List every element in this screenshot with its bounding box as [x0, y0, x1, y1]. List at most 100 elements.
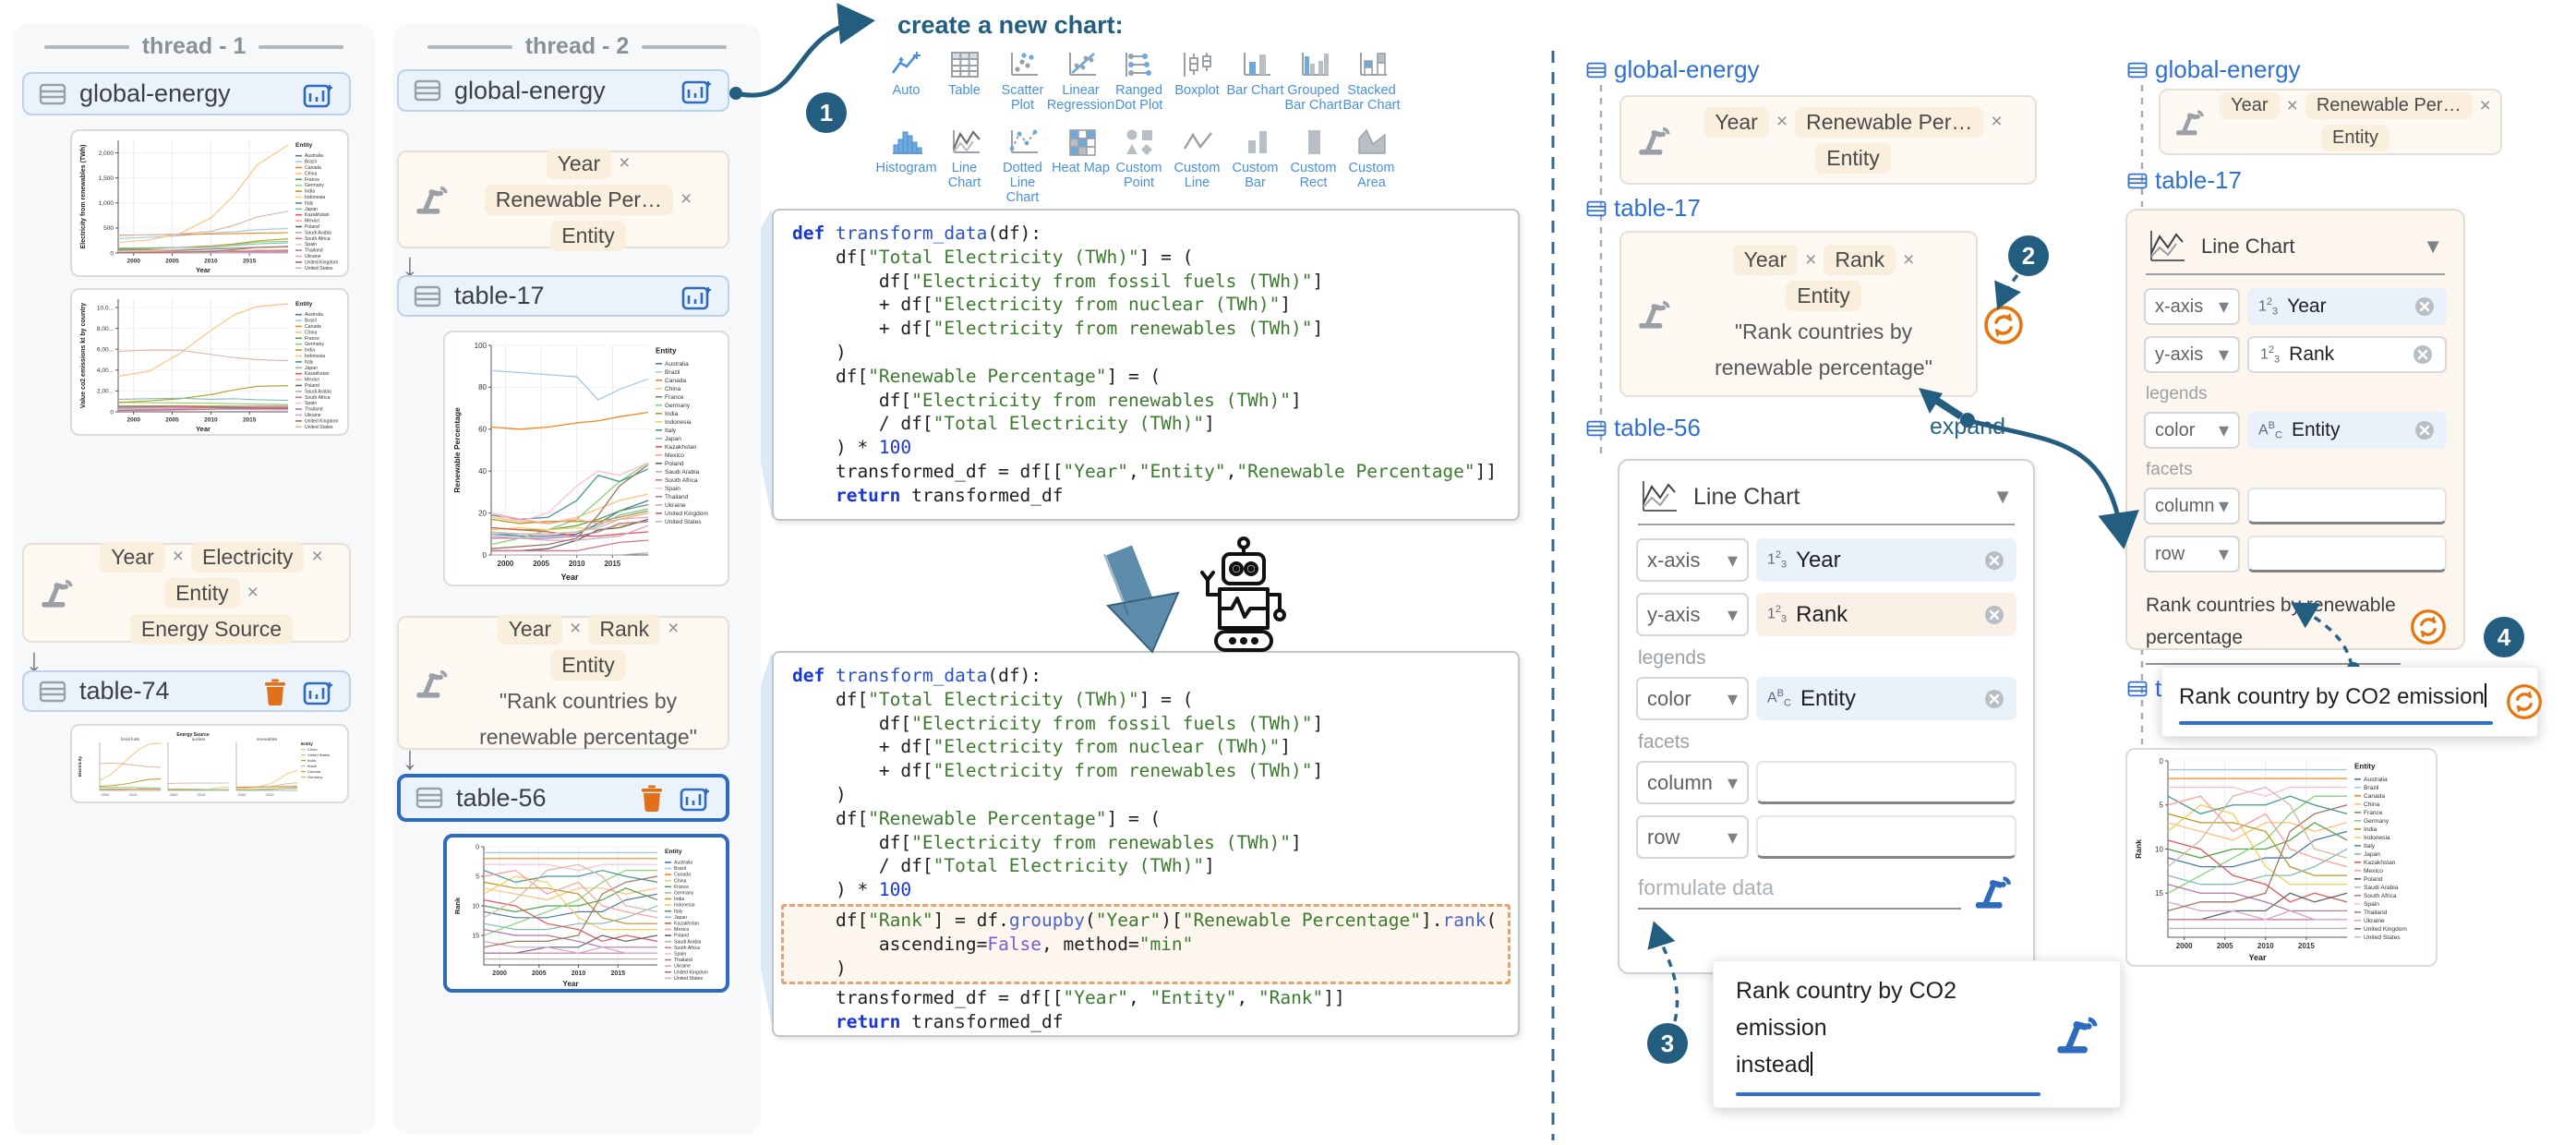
picker-item-rangeddot[interactable]: Ranged Dot Plot — [1110, 44, 1168, 113]
remove-chip-button[interactable]: × — [1776, 111, 1788, 133]
remove-chip-button[interactable]: × — [173, 546, 184, 568]
encoding-field-row[interactable] — [2247, 536, 2447, 572]
encoding-shelf-select[interactable]: row▾ — [2144, 536, 2240, 572]
encoding-field-x-axis[interactable]: 123Year — [2247, 288, 2447, 325]
transform-card-t2-2[interactable]: Year×Rank×Entity"Rank countries byrenewa… — [397, 616, 729, 750]
picker-item-auto[interactable]: Auto — [877, 44, 935, 113]
remove-chip-button[interactable]: × — [2287, 95, 2298, 117]
delete-table-icon[interactable] — [639, 784, 665, 812]
create-chart-icon[interactable] — [303, 678, 334, 705]
chart-type-select[interactable]: Line Chart — [2201, 235, 2408, 259]
remove-chip-button[interactable]: × — [680, 188, 692, 211]
encoding-shelf-select[interactable]: y-axis▾ — [2144, 336, 2240, 373]
chevron-down-icon[interactable]: ▼ — [2423, 235, 2443, 259]
clear-field-button[interactable] — [1983, 604, 2005, 626]
remove-chip-button[interactable]: × — [2480, 95, 2491, 117]
picker-item-heatmap[interactable]: Heat Map — [1052, 122, 1110, 205]
chevron-down-icon[interactable]: ▼ — [1992, 485, 2013, 509]
picker-item-cbar[interactable]: Custom Bar — [1226, 122, 1284, 205]
chart-thumbnail-rank-selected[interactable]: 0510152000200520102015YearRankEntityAust… — [443, 834, 729, 993]
clear-field-button[interactable] — [1983, 688, 2005, 710]
clear-field-button[interactable] — [2413, 419, 2436, 441]
encoding-field-color[interactable]: ABCEntity — [2247, 412, 2447, 449]
encoding-shelf-select[interactable]: color▾ — [2144, 412, 2240, 449]
encoding-shelf-select[interactable]: x-axis▾ — [2144, 288, 2240, 325]
encoding-shelf-select[interactable]: column▾ — [1636, 761, 1749, 804]
encoding-field-y-axis[interactable]: 123Rank — [2247, 336, 2447, 373]
encoding-shelf-select[interactable]: color▾ — [1636, 677, 1749, 720]
encoding-shelf-select[interactable]: y-axis▾ — [1636, 593, 1749, 636]
chart-thumbnail-energy-source-facets[interactable]: Energy Sourcefossil fuels20002010Electri… — [70, 724, 349, 803]
mid-transform-card-1[interactable]: Year×Renewable Per…×Entity — [1619, 95, 2037, 185]
clear-field-button[interactable] — [2412, 344, 2434, 366]
picker-item-groupedbar[interactable]: Grouped Bar Chart — [1284, 44, 1342, 113]
encoding-field-color[interactable]: ABCEntity — [1756, 677, 2016, 720]
chart-thumbnail-renewable-pct[interactable]: 0204060801002000200520102015YearRenewabl… — [443, 331, 729, 586]
picker-item-dottedline[interactable]: Dotted Line Chart — [993, 122, 1052, 205]
mid-link-table-17[interactable]: table-17 — [1586, 194, 1701, 223]
table-card-global-energy-t1[interactable]: global-energy — [22, 72, 351, 115]
right-transform-card-1[interactable]: Year×Renewable Per…×Entity — [2159, 89, 2502, 155]
picker-item-bar[interactable]: Bar Chart — [1226, 44, 1284, 113]
remove-chip-button[interactable]: × — [570, 618, 581, 640]
nl-prompt-popup-mid[interactable]: Rank country by CO2 emission instead — [1713, 960, 2121, 1108]
create-chart-icon[interactable] — [303, 80, 334, 108]
chart-thumbnail-rank-right[interactable]: 0510152000200520102015YearRankEntityAust… — [2125, 748, 2438, 967]
refresh-icon-mid[interactable] — [1983, 305, 2024, 345]
clear-field-button[interactable] — [2413, 295, 2436, 318]
remove-chip-button[interactable]: × — [1805, 249, 1816, 271]
create-chart-icon[interactable] — [680, 784, 711, 812]
table-card-table-17[interactable]: table-17 — [397, 275, 729, 317]
refresh-icon-editor[interactable] — [2410, 609, 2447, 645]
nl-prompt-popup-right[interactable]: Rank country by CO2 emission — [2161, 667, 2538, 737]
transform-card-t2-1[interactable]: Year×Renewable Per…×Entity — [397, 151, 729, 248]
table-card-table-74[interactable]: table-74 — [22, 670, 351, 712]
chart-thumbnail-co2[interactable]: 02,00...4,00...6,00...8,00...10,0...2000… — [70, 288, 349, 436]
create-chart-icon[interactable] — [681, 77, 713, 104]
table-card-table-56-selected[interactable]: table-56 — [397, 774, 729, 822]
picker-item-stackedbar[interactable]: Stacked Bar Chart — [1342, 44, 1401, 113]
encoding-field-column[interactable] — [2247, 488, 2447, 524]
mid-link-global-energy[interactable]: global-energy — [1586, 55, 1760, 84]
encoding-shelf-select[interactable]: x-axis▾ — [1636, 538, 1749, 582]
transform-card-t1[interactable]: Year×Electricity×Entity×Energy Source — [22, 543, 351, 643]
svg-text:Germany: Germany — [307, 775, 322, 779]
encoding-field-x-axis[interactable]: 123Year — [1756, 538, 2016, 582]
picker-item-linreg[interactable]: Linear Regression — [1052, 44, 1110, 113]
prompt-text-block[interactable]: Rank countries by renewablepercentage — [2146, 589, 2401, 665]
refresh-icon-popup[interactable] — [2506, 683, 2543, 720]
delete-table-icon[interactable] — [262, 678, 288, 705]
remove-chip-button[interactable]: × — [311, 546, 322, 568]
remove-chip-button[interactable]: × — [1903, 249, 1914, 271]
encoding-field-column[interactable] — [1756, 761, 2016, 804]
clear-field-button[interactable] — [1983, 549, 2005, 572]
picker-item-scatter[interactable]: Scatter Plot — [993, 44, 1052, 113]
encoding-field-y-axis[interactable]: 123Rank — [1756, 593, 2016, 636]
table-card-global-energy-t2[interactable]: global-energy — [397, 69, 729, 112]
formulate-input[interactable]: formulate data — [1638, 875, 1961, 910]
create-chart-icon[interactable] — [681, 283, 713, 310]
picker-item-table[interactable]: Table — [935, 44, 993, 113]
formulate-robot-arm-icon[interactable] — [1972, 874, 2015, 910]
picker-item-boxplot[interactable]: Boxplot — [1168, 44, 1226, 113]
remove-chip-button[interactable]: × — [668, 618, 679, 640]
mid-link-table-56[interactable]: table-56 — [1586, 414, 1701, 442]
right-link-global-energy[interactable]: global-energy — [2127, 55, 2301, 84]
remove-chip-button[interactable]: × — [1991, 111, 2002, 133]
picker-item-line[interactable]: Line Chart — [935, 122, 993, 205]
encoding-shelf-select[interactable]: row▾ — [1636, 815, 1749, 859]
picker-item-cpoint[interactable]: Custom Point — [1110, 122, 1168, 205]
encoding-field-row[interactable] — [1756, 815, 2016, 859]
picker-item-crect[interactable]: Custom Rect — [1284, 122, 1342, 205]
picker-item-histogram[interactable]: Histogram — [877, 122, 935, 205]
right-link-table-17[interactable]: table-17 — [2127, 166, 2242, 195]
chart-thumbnail-renewables-twh[interactable]: 05001,0001,5002,0002000200520102015YearE… — [70, 129, 349, 277]
picker-item-carea[interactable]: Custom Area — [1342, 122, 1401, 205]
chart-type-select[interactable]: Line Chart — [1693, 484, 1978, 511]
formulate-robot-arm-icon[interactable] — [2053, 1014, 2101, 1055]
remove-chip-button[interactable]: × — [247, 582, 259, 604]
mid-transform-card-2[interactable]: Year×Rank×Entity"Rank countries byrenewa… — [1619, 231, 1978, 397]
picker-item-cline[interactable]: Custom Line — [1168, 122, 1226, 205]
remove-chip-button[interactable]: × — [619, 152, 630, 175]
encoding-shelf-select[interactable]: column▾ — [2144, 488, 2240, 524]
